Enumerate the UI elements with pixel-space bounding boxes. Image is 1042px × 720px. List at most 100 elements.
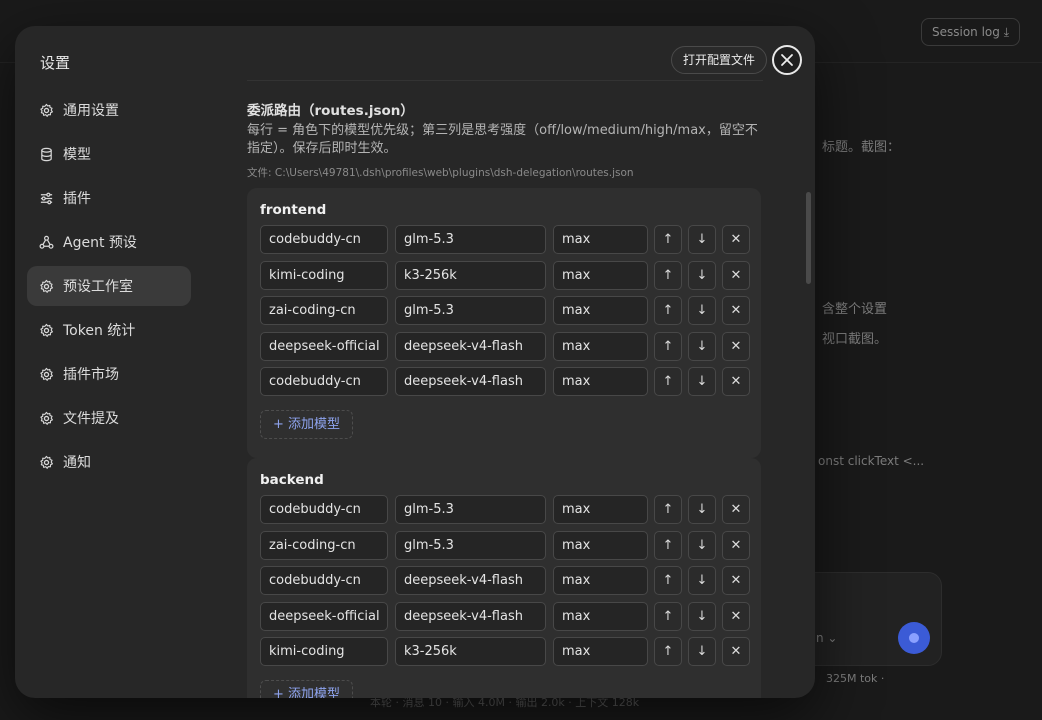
delete-row-button[interactable]: ✕ [722,260,750,290]
move-up-button[interactable]: ↑ [654,225,682,254]
route-row: zai-coding-cn glm-5.3 max ↑ ↓ ✕ [260,296,750,325]
move-up-button[interactable]: ↑ [654,331,682,361]
sidebar-item-1[interactable]: 模型 [27,134,191,174]
provider-field[interactable]: codebuddy-cn [260,225,388,254]
sidebar-item-2[interactable]: 插件 [27,178,191,218]
move-down-button[interactable]: ↓ [688,225,716,254]
model-field[interactable]: k3-256k [395,260,546,290]
sidebar-item-label: 预设工作室 [63,279,133,295]
model-field[interactable]: glm-5.3 [395,296,546,325]
move-up-button[interactable]: ↑ [654,601,682,631]
provider-field[interactable]: codebuddy-cn [260,367,388,396]
move-up-button[interactable]: ↑ [654,637,682,666]
sidebar-item-4[interactable]: 预设工作室 [27,266,191,306]
effort-field[interactable]: max [553,367,648,396]
arrow-up-icon: ↑ [662,573,674,588]
route-row: kimi-coding k3-256k max ↑ ↓ ✕ [260,260,750,290]
sidebar-item-6[interactable]: 插件市场 [27,354,191,394]
add-model-button[interactable]: + 添加模型 [260,409,354,439]
model-field[interactable]: glm-5.3 [395,225,546,254]
add-model-button[interactable]: + 添加模型 [260,679,354,698]
close-icon: ✕ [730,644,742,659]
move-down-button[interactable]: ↓ [688,367,716,396]
close-button[interactable] [772,45,802,75]
sidebar-item-5[interactable]: Token 统计 [27,310,191,350]
delete-row-button[interactable]: ✕ [722,225,750,254]
provider-field[interactable]: deepseek-official [260,331,388,361]
bg-text: 标题。截图： [822,140,901,155]
sidebar-item-3[interactable]: Agent 预设 [27,222,191,262]
sidebar-item-7[interactable]: 文件提及 [27,398,191,438]
session-log-button[interactable]: Session log ⤓ [920,18,1020,46]
close-icon: ✕ [730,267,742,283]
move-up-button[interactable]: ↑ [654,260,682,290]
close-icon: ✕ [730,374,742,389]
sidebar-item-label: 插件 [63,191,91,207]
arrow-down-icon: ↓ [696,338,708,354]
gear-icon [39,279,54,294]
open-config-button[interactable]: 打开配置文件 [671,46,768,74]
effort-field[interactable]: max [553,495,648,524]
model-field[interactable]: k3-256k [395,637,546,666]
model-field[interactable]: glm-5.3 [395,530,546,560]
arrow-down-icon: ↓ [696,374,708,389]
provider-field[interactable]: kimi-coding [260,637,388,666]
effort-field[interactable]: max [553,530,648,560]
sidebar-item-0[interactable]: 通用设置 [27,90,191,130]
model-field[interactable]: deepseek-v4-flash [395,601,546,631]
close-icon: ✕ [730,502,742,517]
delete-row-button[interactable]: ✕ [722,566,750,595]
provider-field[interactable]: deepseek-official [260,601,388,631]
delete-row-button[interactable]: ✕ [722,331,750,361]
arrow-up-icon: ↑ [662,644,674,659]
delete-row-button[interactable]: ✕ [722,530,750,560]
effort-field[interactable]: max [553,601,648,631]
gear-icon [39,455,54,470]
delete-row-button[interactable]: ✕ [722,367,750,396]
move-up-button[interactable]: ↑ [654,566,682,595]
model-field[interactable]: deepseek-v4-flash [395,367,546,396]
move-up-button[interactable]: ↑ [654,495,682,524]
move-down-button[interactable]: ↓ [688,601,716,631]
move-down-button[interactable]: ↓ [688,495,716,524]
effort-field[interactable]: max [553,225,648,254]
effort-field[interactable]: max [553,296,648,325]
move-down-button[interactable]: ↓ [688,637,716,666]
move-down-button[interactable]: ↓ [688,296,716,325]
settings-modal: 设置 通用设置 模型 插件 Agent 预设 预设工作室 Token 统计 插件市场 文件提及… [15,26,815,698]
move-up-button[interactable]: ↑ [654,530,682,560]
close-icon [781,54,793,66]
move-down-button[interactable]: ↓ [688,530,716,560]
model-field[interactable]: deepseek-v4-flash [395,566,546,595]
delete-row-button[interactable]: ✕ [722,296,750,325]
model-field[interactable]: deepseek-v4-flash [395,331,546,361]
close-icon: ✕ [730,608,742,624]
move-up-button[interactable]: ↑ [654,367,682,396]
effort-field[interactable]: max [553,637,648,666]
sidebar-item-label: 通用设置 [63,103,119,119]
provider-field[interactable]: codebuddy-cn [260,495,388,524]
provider-field[interactable]: zai-coding-cn [260,296,388,325]
route-row: codebuddy-cn deepseek-v4-flash max ↑ ↓ ✕ [260,367,750,396]
sliders-icon [39,191,54,206]
provider-field[interactable]: kimi-coding [260,260,388,290]
delete-row-button[interactable]: ✕ [722,601,750,631]
model-field[interactable]: glm-5.3 [395,495,546,524]
provider-field[interactable]: codebuddy-cn [260,566,388,595]
close-icon: ✕ [730,232,742,247]
move-down-button[interactable]: ↓ [688,260,716,290]
effort-field[interactable]: max [553,566,648,595]
arrow-down-icon: ↓ [696,232,708,247]
provider-field[interactable]: zai-coding-cn [260,530,388,560]
sidebar-item-8[interactable]: 通知 [27,442,191,482]
move-up-button[interactable]: ↑ [654,296,682,325]
route-row: codebuddy-cn glm-5.3 max ↑ ↓ ✕ [260,495,750,524]
sidebar-item-label: 通知 [63,455,91,471]
move-down-button[interactable]: ↓ [688,331,716,361]
delete-row-button[interactable]: ✕ [722,637,750,666]
scrollbar[interactable] [806,192,811,284]
effort-field[interactable]: max [553,331,648,361]
move-down-button[interactable]: ↓ [688,566,716,595]
delete-row-button[interactable]: ✕ [722,495,750,524]
effort-field[interactable]: max [553,260,648,290]
